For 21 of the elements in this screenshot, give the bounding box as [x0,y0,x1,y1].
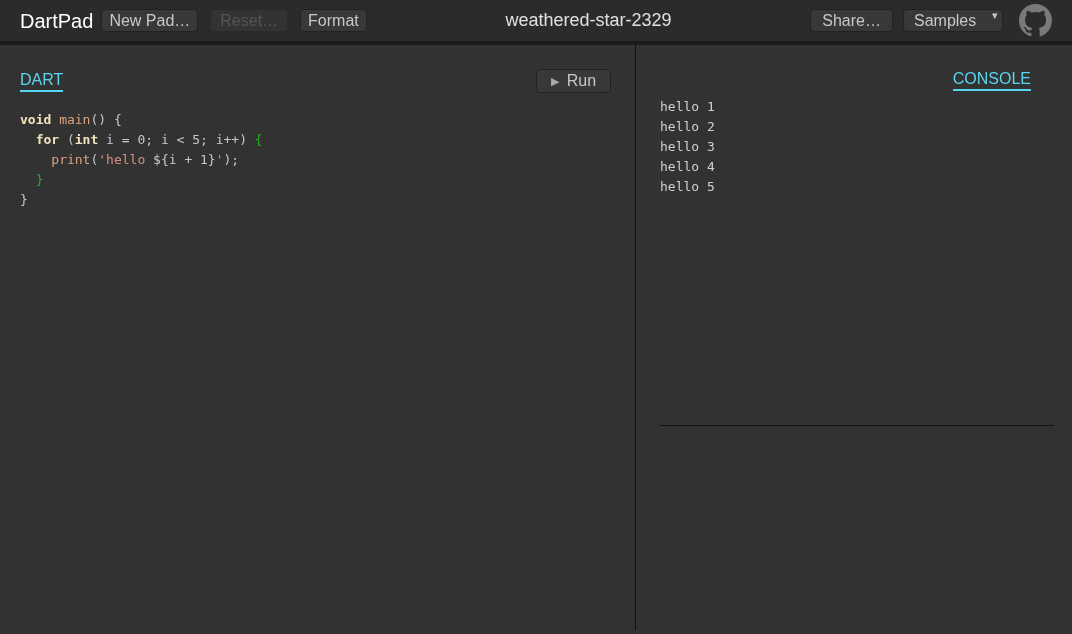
play-icon: ▶ [550,72,559,90]
console-output-line: hello 4 [660,158,715,176]
console-output-line: hello 1 [660,98,715,116]
code-line: print('hello ${i + 1}'); [50,151,240,169]
console-tab[interactable]: CONSOLE [952,69,1031,91]
code-line: void main() { [20,111,122,129]
code-line: } [20,191,28,209]
run-button[interactable]: ▶ Run [536,69,611,93]
samples-dropdown[interactable]: Samples ▾ [903,9,1003,32]
pad-title: weathered-star-2329 [505,9,672,32]
code-line: } [34,171,44,189]
github-logo-icon[interactable] [1019,4,1052,37]
app-logo: DartPad [20,8,94,34]
console-output-line: hello 3 [660,138,715,156]
dart-tab[interactable]: DART [20,70,64,92]
code-line: for (int i = 0; i < 5; i++) { [34,131,263,149]
toolbar-button[interactable]: Format [300,9,367,32]
toolbar-button[interactable]: New Pad… [101,9,199,32]
console-output-line: hello 5 [660,178,715,196]
console-output-line: hello 2 [660,118,715,136]
share-button[interactable]: Share… [810,9,893,32]
